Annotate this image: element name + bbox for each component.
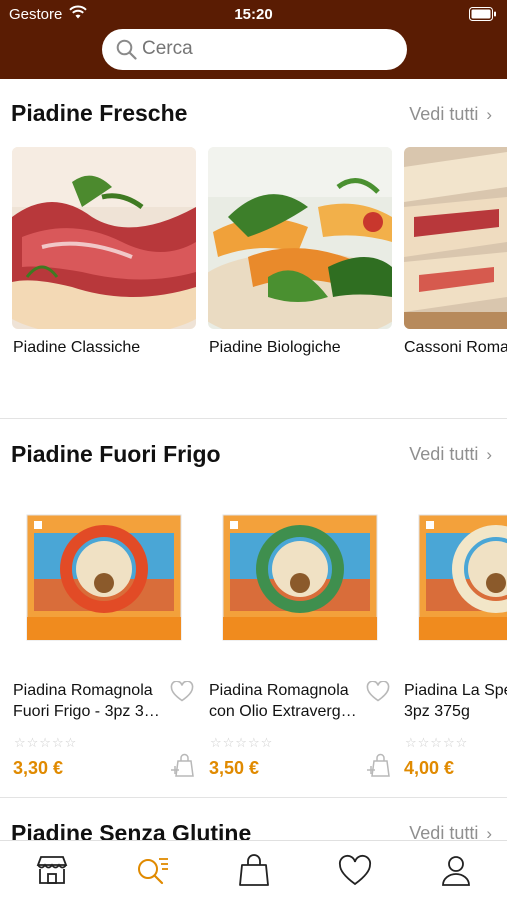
category-label[interactable]: Cassoni Roma xyxy=(404,339,507,357)
heart-icon[interactable] xyxy=(335,853,375,889)
shopping-bag-icon[interactable] xyxy=(234,853,274,889)
product-name[interactable]: Piadina Romagnola con Olio Extraverg… xyxy=(209,680,364,722)
section-title-piadine-fuori-frigo: Piadine Fuori Frigo xyxy=(11,441,221,467)
product-name-line: Fuori Frigo - 3pz 3… xyxy=(13,703,160,720)
profile-icon[interactable] xyxy=(436,853,476,889)
product-price: 4,00 € xyxy=(404,758,455,778)
heart-icon[interactable] xyxy=(366,680,390,707)
add-to-cart-icon[interactable] xyxy=(366,752,392,783)
store-icon[interactable] xyxy=(32,853,72,889)
product-image[interactable] xyxy=(12,505,196,655)
product-price: 3,30 € xyxy=(13,758,64,778)
search-input[interactable] xyxy=(142,37,392,61)
category-image-classiche[interactable] xyxy=(12,147,196,329)
product-name[interactable]: Piadina La Spe 3pz 375g xyxy=(404,680,507,722)
product-name-line: Piadina Romagnola xyxy=(209,682,349,699)
rating-stars: ☆☆☆☆☆ xyxy=(210,735,274,750)
see-all-link[interactable]: Vedi tutti › xyxy=(409,104,492,125)
section-divider xyxy=(0,797,507,798)
product-image[interactable] xyxy=(208,505,392,655)
category-image-biologiche[interactable] xyxy=(208,147,392,329)
search-icon xyxy=(116,39,137,65)
section-divider xyxy=(0,418,507,419)
product-name-line: con Olio Extraverg… xyxy=(209,703,357,720)
heart-icon[interactable] xyxy=(170,680,194,707)
product-image[interactable] xyxy=(404,505,507,655)
product-price: 3,50 € xyxy=(209,758,260,778)
product-name[interactable]: Piadina Romagnola Fuori Frigo - 3pz 3… xyxy=(13,680,168,722)
rating-stars: ☆☆☆☆☆ xyxy=(14,735,78,750)
status-bar: Gestore 15:20 xyxy=(0,0,507,28)
tab-bar xyxy=(0,840,507,900)
battery-icon xyxy=(469,7,497,25)
product-name-line: 3pz 375g xyxy=(404,703,470,720)
product-name-line: Piadina Romagnola xyxy=(13,682,153,699)
category-image-cassoni[interactable] xyxy=(404,147,507,329)
search-list-icon[interactable] xyxy=(133,853,173,889)
chevron-right-icon: › xyxy=(486,105,492,124)
app-header: Gestore 15:20 xyxy=(0,0,507,79)
rating-stars: ☆☆☆☆☆ xyxy=(405,735,469,750)
category-label[interactable]: Piadine Classiche xyxy=(13,339,140,357)
search-bar[interactable] xyxy=(102,29,407,70)
product-name-line: Piadina La Spe xyxy=(404,682,507,699)
add-to-cart-icon[interactable] xyxy=(170,752,196,783)
status-time: 15:20 xyxy=(234,6,273,23)
chevron-right-icon: › xyxy=(486,445,492,464)
see-all-link[interactable]: Vedi tutti › xyxy=(409,444,492,465)
category-label[interactable]: Piadine Biologiche xyxy=(209,339,341,357)
see-all-label: Vedi tutti xyxy=(409,104,479,124)
see-all-label: Vedi tutti xyxy=(409,444,479,464)
section-title-piadine-fresche: Piadine Fresche xyxy=(11,100,188,126)
